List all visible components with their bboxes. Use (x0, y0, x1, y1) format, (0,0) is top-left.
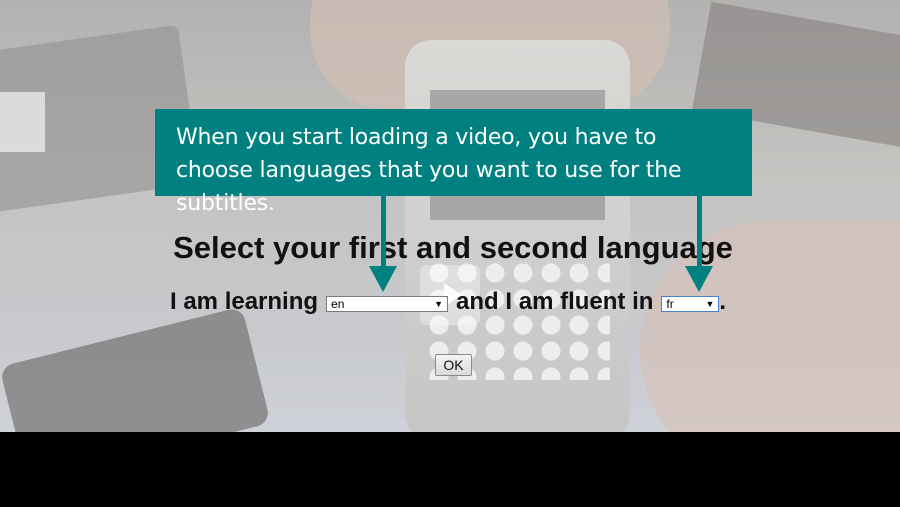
sentence-period: . (719, 288, 727, 315)
arrow-down-icon (369, 266, 397, 292)
language-form-row: I am learning en ▼ and I am fluent in fr… (170, 287, 726, 317)
tutorial-callout: When you start loading a video, you have… (155, 109, 752, 216)
second-language-select[interactable]: fr ▼ (661, 296, 720, 312)
arrow-down-icon-shaft-left (381, 196, 386, 268)
language-heading: Select your first and second language (173, 230, 733, 265)
ok-button[interactable]: OK (435, 354, 472, 376)
second-language-value: fr (666, 297, 674, 311)
fluent-label: and I am fluent in (456, 288, 654, 315)
arrow-down-icon (685, 266, 713, 292)
first-language-value: en (331, 297, 345, 311)
caret-down-icon: ▼ (705, 299, 715, 309)
first-language-select[interactable]: en ▼ (326, 296, 449, 312)
caret-down-icon: ▼ (434, 299, 444, 309)
learning-label: I am learning (170, 288, 319, 315)
letterbox-bar (0, 432, 900, 507)
video-stage: Select your first and second language I … (0, 0, 900, 507)
arrow-down-icon-shaft-right (697, 196, 702, 268)
callout-text: When you start loading a video, you have… (176, 125, 682, 216)
